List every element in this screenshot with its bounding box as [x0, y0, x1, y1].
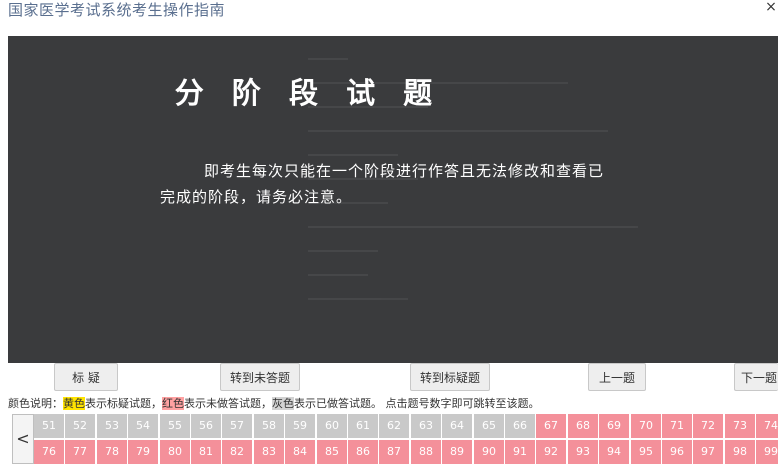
close-icon[interactable]: ×	[764, 0, 778, 14]
question-cell-64[interactable]: 64	[442, 414, 472, 438]
question-cell-51[interactable]: 51	[34, 414, 64, 438]
question-cell-86[interactable]: 86	[348, 440, 378, 464]
question-cell-54[interactable]: 54	[128, 414, 158, 438]
question-cell-79[interactable]: 79	[128, 440, 158, 464]
goto-marked-button[interactable]: 转到标疑题	[410, 363, 490, 391]
legend-gray-desc: 表示已做答试题。 点击题号数字即可跳转至该题。	[294, 397, 540, 410]
question-cell-93[interactable]: 93	[568, 440, 598, 464]
question-cell-81[interactable]: 81	[191, 440, 221, 464]
question-cell-70[interactable]: 70	[631, 414, 661, 438]
question-cell-97[interactable]: 97	[693, 440, 723, 464]
grid-prev-page-arrow[interactable]: <	[12, 414, 34, 464]
legend-red-word: 红色	[162, 397, 184, 410]
legend-red-desc: 表示未做答试题，	[184, 397, 272, 410]
question-cell-92[interactable]: 92	[536, 440, 566, 464]
question-cell-94[interactable]: 94	[599, 440, 629, 464]
question-cell-96[interactable]: 96	[662, 440, 692, 464]
question-cell-76[interactable]: 76	[34, 440, 64, 464]
question-cell-72[interactable]: 72	[693, 414, 723, 438]
question-cell-67[interactable]: 67	[536, 414, 566, 438]
question-cell-98[interactable]: 98	[725, 440, 755, 464]
question-cells: 51 52 53 54 55 56 57 58 59 60 61 62 63 64 65 66 67 68 69 70…	[34, 414, 778, 466]
legend-yellow-word: 黄色	[63, 397, 85, 410]
question-cell-88[interactable]: 88	[411, 440, 441, 464]
goto-unanswered-button[interactable]: 转到未答题	[220, 363, 300, 391]
question-cell-61[interactable]: 61	[348, 414, 378, 438]
question-cell-78[interactable]: 78	[97, 440, 127, 464]
question-cell-74[interactable]: 74	[756, 414, 778, 438]
question-cell-71[interactable]: 71	[662, 414, 692, 438]
guide-overlay: 分 阶 段 试 题 即考生每次只能在一个阶段进行作答且无法修改和查看已完成的阶段…	[8, 36, 778, 363]
legend-intro: 颜色说明：	[8, 397, 63, 410]
question-cell-80[interactable]: 80	[160, 440, 190, 464]
window-title-bar: 国家医学考试系统考生操作指南 ×	[0, 0, 778, 32]
legend-yellow-desc: 表示标疑试题，	[85, 397, 162, 410]
question-cell-77[interactable]: 77	[65, 440, 95, 464]
question-cell-58[interactable]: 58	[254, 414, 284, 438]
question-cell-83[interactable]: 83	[254, 440, 284, 464]
question-cell-85[interactable]: 85	[317, 440, 347, 464]
question-cell-63[interactable]: 63	[411, 414, 441, 438]
question-cell-87[interactable]: 87	[379, 440, 409, 464]
question-cell-82[interactable]: 82	[222, 440, 252, 464]
question-cell-66[interactable]: 66	[505, 414, 535, 438]
next-question-button[interactable]: 下一题	[734, 363, 778, 391]
question-cell-84[interactable]: 84	[285, 440, 315, 464]
question-cell-55[interactable]: 55	[160, 414, 190, 438]
question-cell-57[interactable]: 57	[222, 414, 252, 438]
question-cell-59[interactable]: 59	[285, 414, 315, 438]
question-toolbar: 标 疑 转到未答题 转到标疑题 上一题 下一题	[0, 363, 778, 395]
question-cell-89[interactable]: 89	[442, 440, 472, 464]
overlay-description: 即考生每次只能在一个阶段进行作答且无法修改和查看已完成的阶段，请务必注意。	[160, 162, 605, 206]
question-cell-69[interactable]: 69	[599, 414, 629, 438]
question-cell-56[interactable]: 56	[191, 414, 221, 438]
question-cell-90[interactable]: 90	[474, 440, 504, 464]
question-cell-99[interactable]: 99	[756, 440, 778, 464]
question-cell-91[interactable]: 91	[505, 440, 535, 464]
color-legend: 颜色说明：黄色表示标疑试题，红色表示未做答试题，灰色表示已做答试题。 点击题号数…	[8, 396, 540, 412]
question-cell-65[interactable]: 65	[474, 414, 504, 438]
question-cell-73[interactable]: 73	[725, 414, 755, 438]
question-cell-52[interactable]: 52	[65, 414, 95, 438]
question-cell-95[interactable]: 95	[631, 440, 661, 464]
question-cell-68[interactable]: 68	[568, 414, 598, 438]
overlay-heading: 分 阶 段 试 题	[174, 76, 442, 110]
question-cell-53[interactable]: 53	[97, 414, 127, 438]
question-cell-62[interactable]: 62	[379, 414, 409, 438]
mark-doubt-button[interactable]: 标 疑	[54, 363, 118, 391]
question-cell-60[interactable]: 60	[317, 414, 347, 438]
question-number-grid: < 51 52 53 54 55 56 57 58 59 60 61 62 63 64 65 66 67 68 69…	[8, 412, 778, 468]
prev-question-button[interactable]: 上一题	[588, 363, 646, 391]
legend-gray-word: 灰色	[272, 397, 294, 410]
window-title: 国家医学考试系统考生操作指南	[8, 1, 226, 19]
